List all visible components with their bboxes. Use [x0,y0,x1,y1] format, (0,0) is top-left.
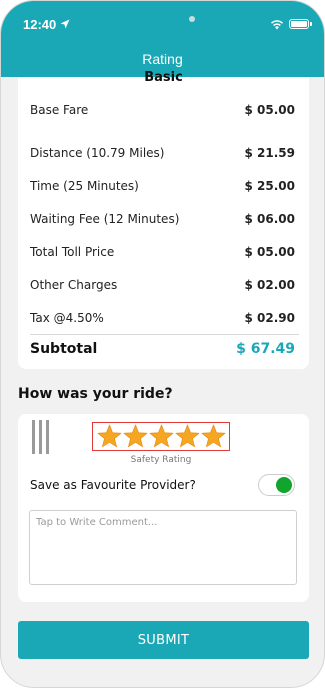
fare-label: Distance (10.79 Miles) [30,146,165,160]
fare-row-tax: Tax @4.50% $ 02.90 [30,311,295,329]
fare-label: Waiting Fee (12 Minutes) [30,212,180,226]
star-icon[interactable] [175,424,200,449]
subtotal-value: $ 67.49 [236,341,295,357]
status-time: 12:40 [23,17,57,32]
star-rating[interactable] [92,422,230,451]
fare-row-distance: Distance (10.79 Miles) $ 21.59 [30,146,295,164]
subtotal-row: Subtotal $ 67.49 [30,341,295,361]
favourite-provider-label: Save as Favourite Provider? [30,478,196,492]
subtotal-label: Subtotal [30,341,98,357]
fare-label: Other Charges [30,278,118,292]
fare-value: $ 05.00 [244,103,295,117]
page-title: Rating [142,51,183,67]
battery-icon [289,19,312,29]
camera-dot [189,16,195,22]
wifi-icon [270,20,284,30]
star-icon[interactable] [149,424,174,449]
fare-section-title: Basic [144,70,183,85]
fare-value: $ 21.59 [244,146,295,160]
fare-label: Time (25 Minutes) [30,179,139,193]
fare-row-waiting-fee: Waiting Fee (12 Minutes) $ 06.00 [30,212,295,230]
star-icon[interactable] [123,424,148,449]
fare-row-other-charges: Other Charges $ 02.00 [30,278,295,296]
fare-label: Base Fare [30,103,89,117]
fare-breakdown-card: Basic Base Fare $ 05.00 Distance (10.79 … [18,70,309,369]
ride-question: How was your ride? [18,386,173,402]
fare-label: Total Toll Price [30,245,115,259]
safety-bars-icon [32,420,50,454]
fare-value: $ 25.00 [244,179,295,193]
submit-button[interactable]: SUBMIT [18,621,309,659]
favourite-provider-toggle[interactable] [258,474,295,496]
subtotal-divider [30,334,299,335]
app-header: 12:40 Rating [1,1,324,77]
star-icon[interactable] [201,424,226,449]
rating-card: Safety Rating Save as Favourite Provider… [18,414,309,602]
star-icon[interactable] [97,424,122,449]
comment-textarea[interactable]: Tap to Write Comment... [29,510,297,585]
status-bar: 12:40 [1,1,324,45]
fare-row-base-fare: Base Fare $ 05.00 [30,103,295,121]
fare-value: $ 02.00 [244,278,295,292]
location-arrow-icon [60,19,70,29]
fare-value: $ 06.00 [244,212,295,226]
phone-frame: 12:40 Rating Basic Base Fare $ 05.00 Dis… [0,0,325,688]
fare-label: Tax @4.50% [30,311,104,325]
toggle-knob [276,477,292,493]
comment-placeholder: Tap to Write Comment... [36,517,158,528]
fare-value: $ 02.90 [244,311,295,325]
safety-rating-label: Safety Rating [130,455,192,465]
fare-row-time: Time (25 Minutes) $ 25.00 [30,179,295,197]
fare-value: $ 05.00 [244,245,295,259]
fare-row-toll: Total Toll Price $ 05.00 [30,245,295,263]
